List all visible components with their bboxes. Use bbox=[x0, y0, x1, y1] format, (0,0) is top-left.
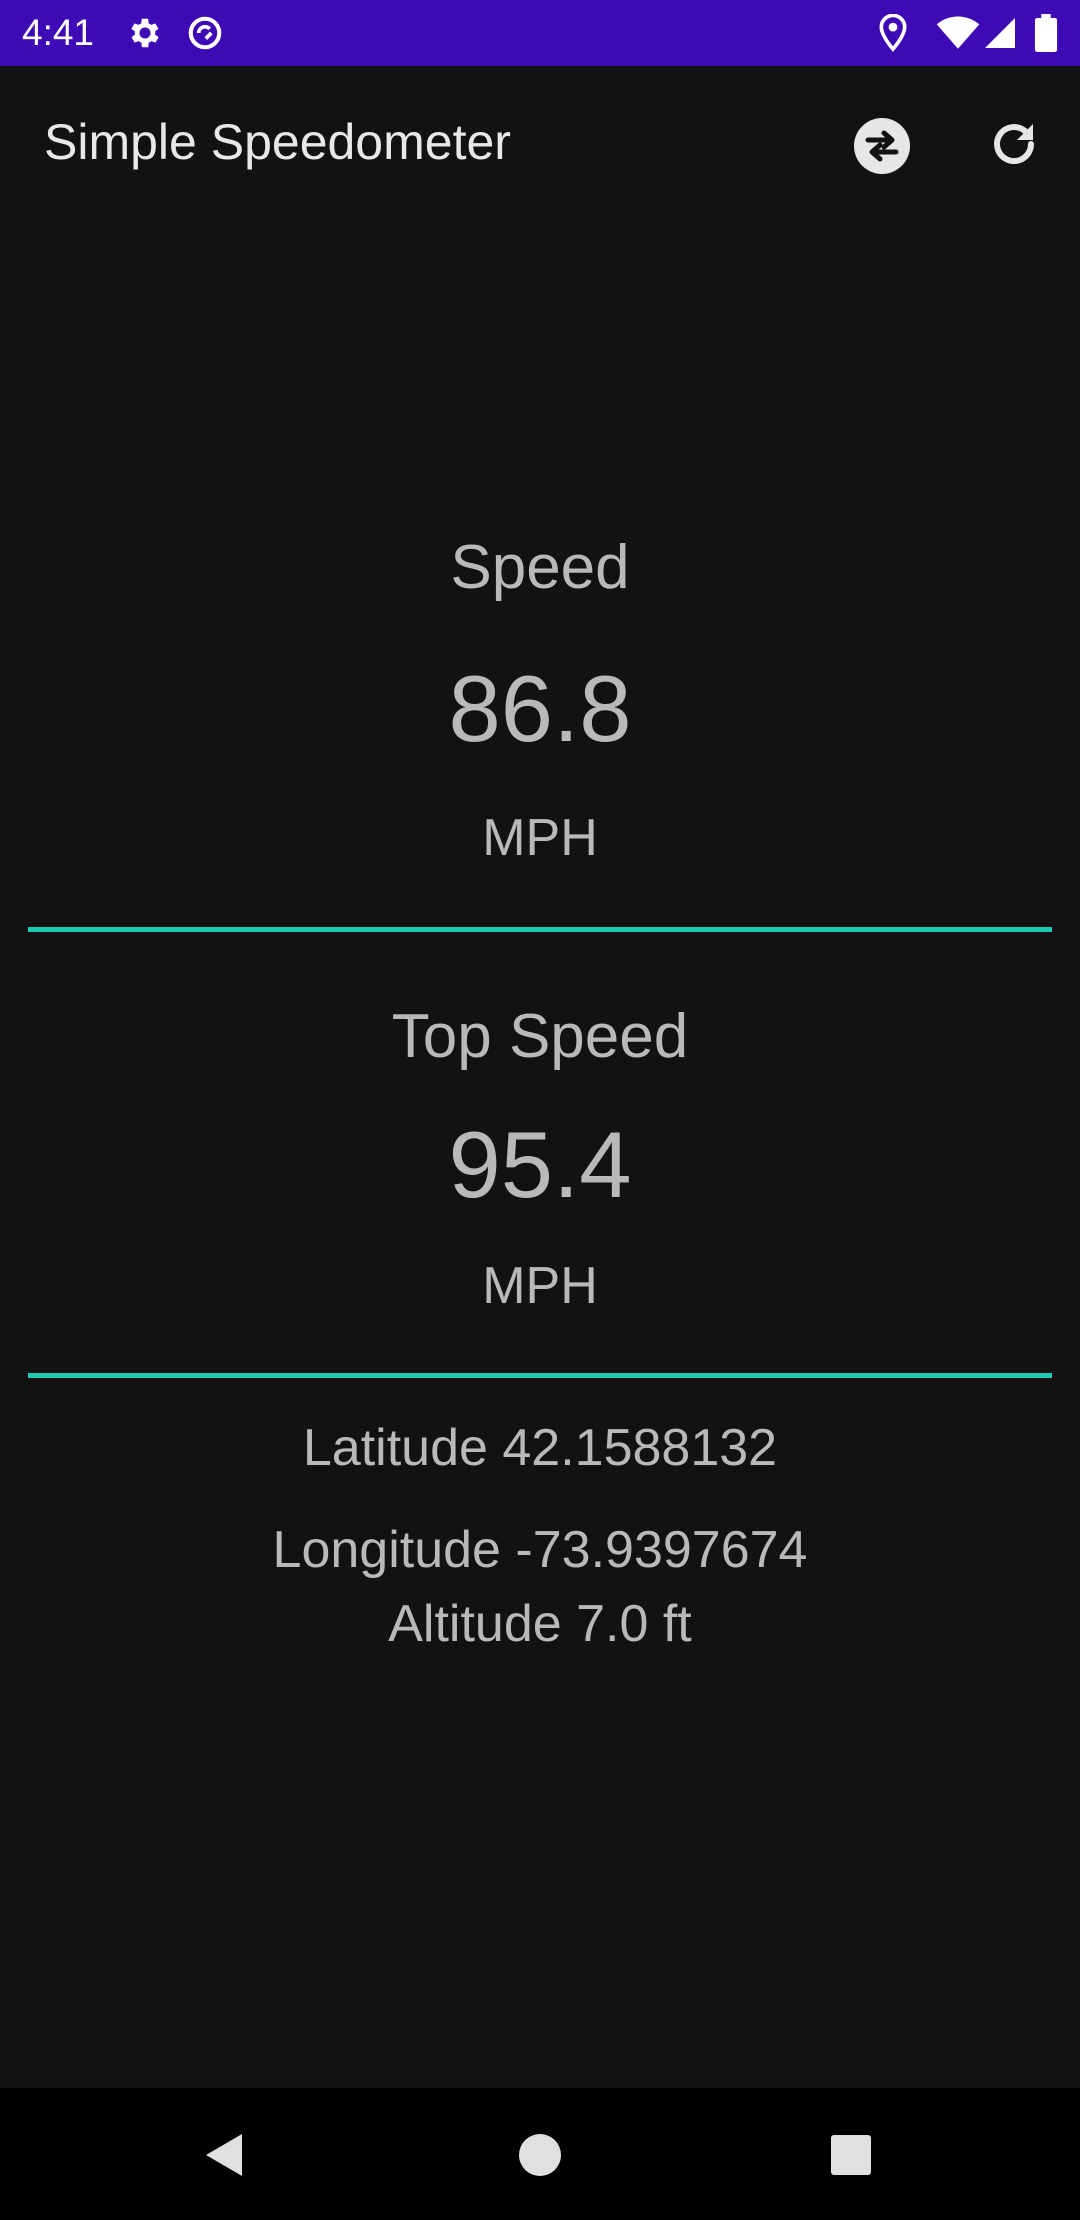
altitude-text: Altitude 7.0 ft bbox=[388, 1595, 692, 1653]
gear-icon bbox=[126, 14, 164, 52]
status-time: 4:41 bbox=[22, 12, 95, 53]
top-speed-label: Top Speed bbox=[391, 1002, 689, 1071]
top-speed-value: 95.4 bbox=[448, 1112, 632, 1217]
speed-unit: MPH bbox=[482, 809, 598, 867]
wifi-icon bbox=[936, 14, 980, 52]
back-icon bbox=[206, 2134, 242, 2176]
top-speed-unit: MPH bbox=[482, 1257, 598, 1315]
signal-icon bbox=[982, 14, 1018, 52]
recents-button[interactable] bbox=[826, 2130, 876, 2180]
status-bar: 4:41 bbox=[0, 0, 1080, 66]
longitude-text: Longitude -73.9397674 bbox=[272, 1521, 808, 1579]
swap-units-button[interactable] bbox=[846, 110, 918, 182]
back-button[interactable] bbox=[200, 2130, 250, 2180]
sync-circle-icon bbox=[186, 14, 224, 52]
speed-value: 86.8 bbox=[448, 656, 632, 761]
reset-button[interactable] bbox=[978, 110, 1050, 182]
battery-icon bbox=[1034, 14, 1058, 52]
latitude-text: Latitude 42.1588132 bbox=[302, 1419, 778, 1477]
navigation-bar bbox=[0, 2088, 1080, 2220]
screen: 4:41 Simple Speedometer Speed 86.8 MPH T… bbox=[0, 0, 1080, 2220]
app-bar: Simple Speedometer bbox=[0, 66, 1080, 226]
top-speed-divider bbox=[28, 1373, 1052, 1378]
speed-divider bbox=[28, 927, 1052, 932]
recents-icon bbox=[831, 2135, 871, 2175]
home-icon bbox=[519, 2134, 561, 2176]
home-button[interactable] bbox=[515, 2130, 565, 2180]
swap-units-icon bbox=[854, 118, 910, 174]
reset-icon bbox=[994, 124, 1034, 165]
app-title: Simple Speedometer bbox=[44, 114, 511, 170]
location-icon bbox=[878, 13, 908, 52]
speed-label: Speed bbox=[450, 533, 630, 602]
